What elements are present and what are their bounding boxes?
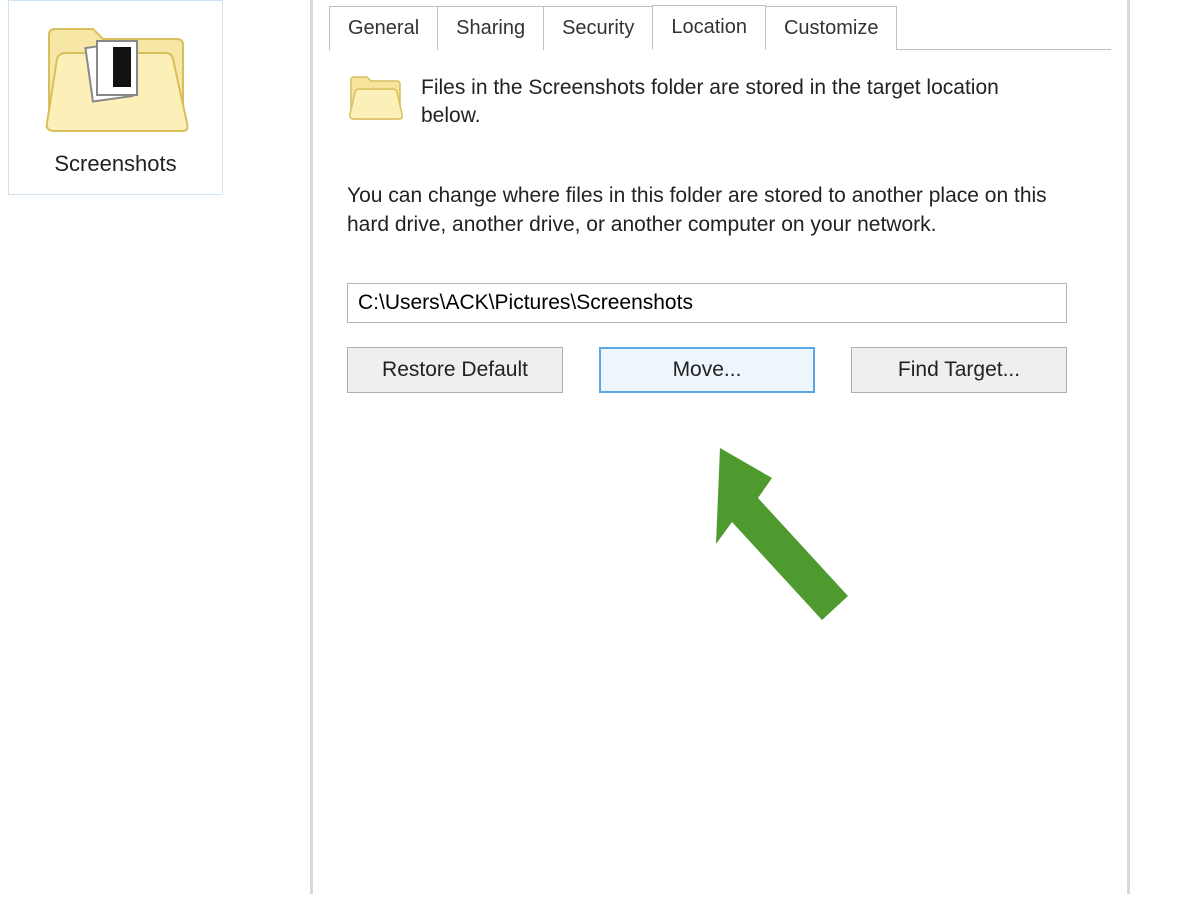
- folder-label: Screenshots: [9, 151, 222, 177]
- move-button[interactable]: Move...: [599, 347, 815, 393]
- folder-icon: [347, 74, 403, 122]
- folder-item[interactable]: Screenshots: [8, 0, 223, 195]
- tab-body-location: Files in the Screenshots folder are stor…: [313, 50, 1127, 393]
- tab-strip: General Sharing Security Location Custom…: [329, 0, 1111, 50]
- tab-general[interactable]: General: [329, 6, 438, 50]
- location-path-input[interactable]: [347, 283, 1067, 323]
- tab-sharing[interactable]: Sharing: [437, 6, 544, 50]
- tab-location[interactable]: Location: [652, 5, 766, 50]
- restore-default-button[interactable]: Restore Default: [347, 347, 563, 393]
- location-button-row: Restore Default Move... Find Target...: [347, 347, 1093, 393]
- folder-icon: [9, 9, 222, 149]
- tab-customize[interactable]: Customize: [765, 6, 897, 50]
- find-target-button[interactable]: Find Target...: [851, 347, 1067, 393]
- properties-dialog: General Sharing Security Location Custom…: [310, 0, 1130, 894]
- location-intro-text: Files in the Screenshots folder are stor…: [421, 74, 1061, 131]
- location-explain-text: You can change where files in this folde…: [347, 181, 1047, 240]
- tab-security[interactable]: Security: [543, 6, 653, 50]
